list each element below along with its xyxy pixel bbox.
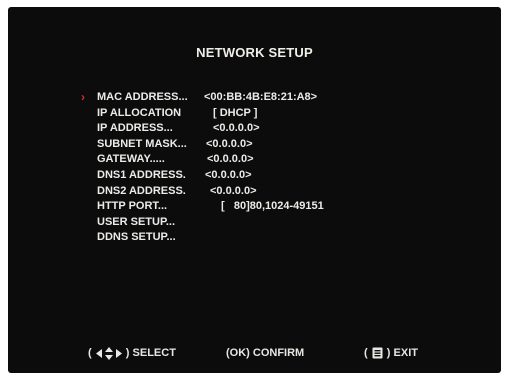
exit-hint: ( ) EXIT <box>364 345 418 361</box>
osd-screen: NETWORK SETUP › MAC ADDRESS... <00:BB:4B… <box>8 7 501 373</box>
menu-item-label: MAC ADDRESS... <box>97 91 188 103</box>
menu-item-label: GATEWAY..... <box>97 153 165 166</box>
menu-item-value: [ DHCP ] <box>213 106 258 119</box>
select-hint-label: SELECT <box>132 347 176 359</box>
menu-item-value: <0.0.0.0> <box>213 122 260 135</box>
menu-item-label: SUBNET MASK... <box>97 137 187 150</box>
menu-item-value: <0.0.0.0> <box>205 168 252 181</box>
menu-item-value: <00:BB:4B:E8:21:A8> <box>204 91 318 103</box>
menu-item-value: <0.0.0.0> <box>210 184 257 197</box>
hint-close-paren: ) <box>386 347 391 359</box>
menu-item-value: <0.0.0.0> <box>206 137 253 150</box>
menu-item-label: DNS1 ADDRESS. <box>97 168 186 181</box>
page-title: NETWORK SETUP <box>196 45 313 60</box>
hint-open-paren: ( <box>364 347 368 359</box>
osd-frame: NETWORK SETUP › MAC ADDRESS... <00:BB:4B… <box>0 0 509 381</box>
hint-close-paren: ) <box>125 347 130 359</box>
menu-item-label: DNS2 ADDRESS. <box>97 184 186 197</box>
exit-hint-label: EXIT <box>393 347 418 359</box>
selection-cursor-icon: › <box>81 90 85 104</box>
menu-item-label: IP ADDRESS... <box>97 122 173 135</box>
hint-open-paren: ( <box>88 347 92 359</box>
select-hint: ( ) SELECT <box>88 345 176 361</box>
menu-item-label: USER SETUP... <box>97 215 176 228</box>
menu-key-icon <box>372 347 383 359</box>
menu-item-value: [ 80]80,1024-49151 <box>221 200 324 213</box>
menu-item-label: DDNS SETUP... <box>97 231 176 244</box>
menu-item-label: IP ALLOCATION <box>97 106 182 119</box>
menu-item-label: HTTP PORT... <box>97 200 168 213</box>
menu-item-value: <0.0.0.0> <box>207 153 254 166</box>
footer-hints: ( ) SELECT (OK) CONFIRM () EXIT <box>8 345 501 361</box>
confirm-hint: (OK) CONFIRM <box>226 347 305 359</box>
arrow-keys-icon <box>95 346 122 360</box>
